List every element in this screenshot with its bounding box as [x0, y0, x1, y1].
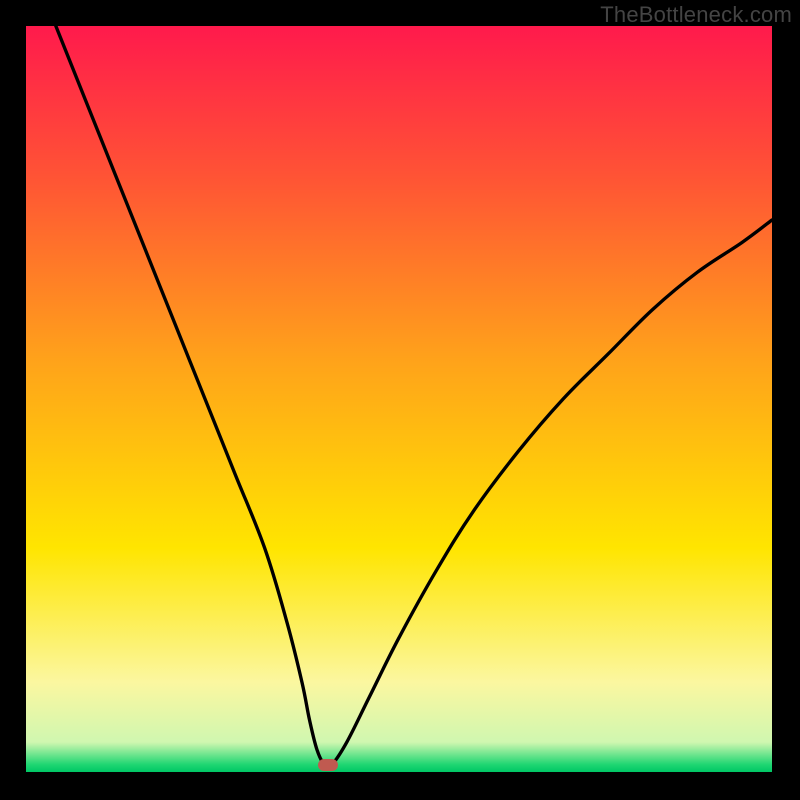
optimal-point-marker — [318, 759, 338, 771]
watermark-text: TheBottleneck.com — [600, 2, 792, 28]
bottleneck-curve — [26, 26, 772, 772]
plot-area — [26, 26, 772, 772]
chart-frame: TheBottleneck.com — [0, 0, 800, 800]
